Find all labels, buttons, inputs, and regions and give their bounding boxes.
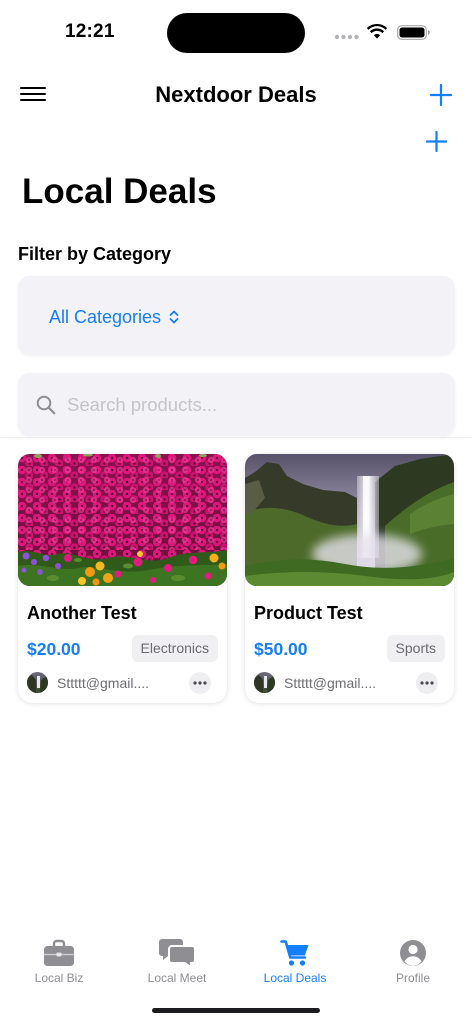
dynamic-island (167, 13, 305, 53)
category-picker-value: All Categories (49, 307, 162, 327)
signal-dots-icon (334, 34, 359, 40)
product-image (245, 454, 454, 586)
page-title: Local Deals (22, 172, 217, 211)
product-card[interactable]: Product Test $50.00 Sports Sttttt@gmail.… (245, 454, 454, 703)
chat-bubbles-icon (118, 938, 236, 968)
home-indicator (152, 1008, 320, 1013)
category-picker[interactable]: All Categories (49, 306, 180, 328)
plus-icon[interactable] (430, 84, 452, 106)
tab-label: Profile (395, 971, 430, 985)
section-divider (0, 437, 472, 438)
cart-icon (236, 938, 354, 968)
seller-email: Sttttt@gmail.... (284, 675, 377, 691)
more-options-button[interactable] (416, 672, 438, 694)
person-circle-icon (354, 938, 472, 968)
tab-label: Local Biz (34, 971, 84, 985)
tab-local-deals[interactable]: Local Deals (236, 930, 354, 990)
status-time: 12:21 (65, 21, 115, 42)
more-options-button[interactable] (189, 672, 211, 694)
tab-label: Local Meet (147, 971, 207, 985)
category-badge: Sports (386, 635, 445, 662)
chevron-up-down-icon (168, 309, 180, 325)
nav-title: Nextdoor Deals (155, 82, 317, 107)
search-input[interactable] (67, 373, 442, 436)
category-badge: Electronics (131, 635, 218, 662)
seller-email: Sttttt@gmail.... (57, 675, 150, 691)
product-price: $20.00 (27, 639, 81, 659)
tab-label: Local Deals (263, 971, 327, 985)
filter-label: Filter by Category (18, 244, 172, 264)
briefcase-icon (0, 938, 118, 968)
battery-icon (397, 25, 430, 40)
search-field (18, 373, 455, 436)
tab-local-biz[interactable]: Local Biz (0, 930, 118, 990)
plus-icon[interactable] (426, 131, 447, 152)
seller-avatar (254, 672, 275, 693)
product-image (18, 454, 227, 586)
product-card[interactable]: Another Test $20.00 Electronics Sttttt@g… (18, 454, 227, 703)
tab-local-meet[interactable]: Local Meet (118, 930, 236, 990)
product-price: $50.00 (254, 639, 308, 659)
ellipsis-icon (420, 681, 434, 685)
magnifying-glass-icon (36, 395, 56, 415)
product-title: Another Test (27, 603, 137, 623)
wifi-icon (367, 24, 387, 39)
seller-avatar (27, 672, 48, 693)
tab-profile[interactable]: Profile (354, 930, 472, 990)
ellipsis-icon (193, 681, 207, 685)
category-filter-card: All Categories (18, 276, 455, 355)
product-title: Product Test (254, 603, 363, 623)
